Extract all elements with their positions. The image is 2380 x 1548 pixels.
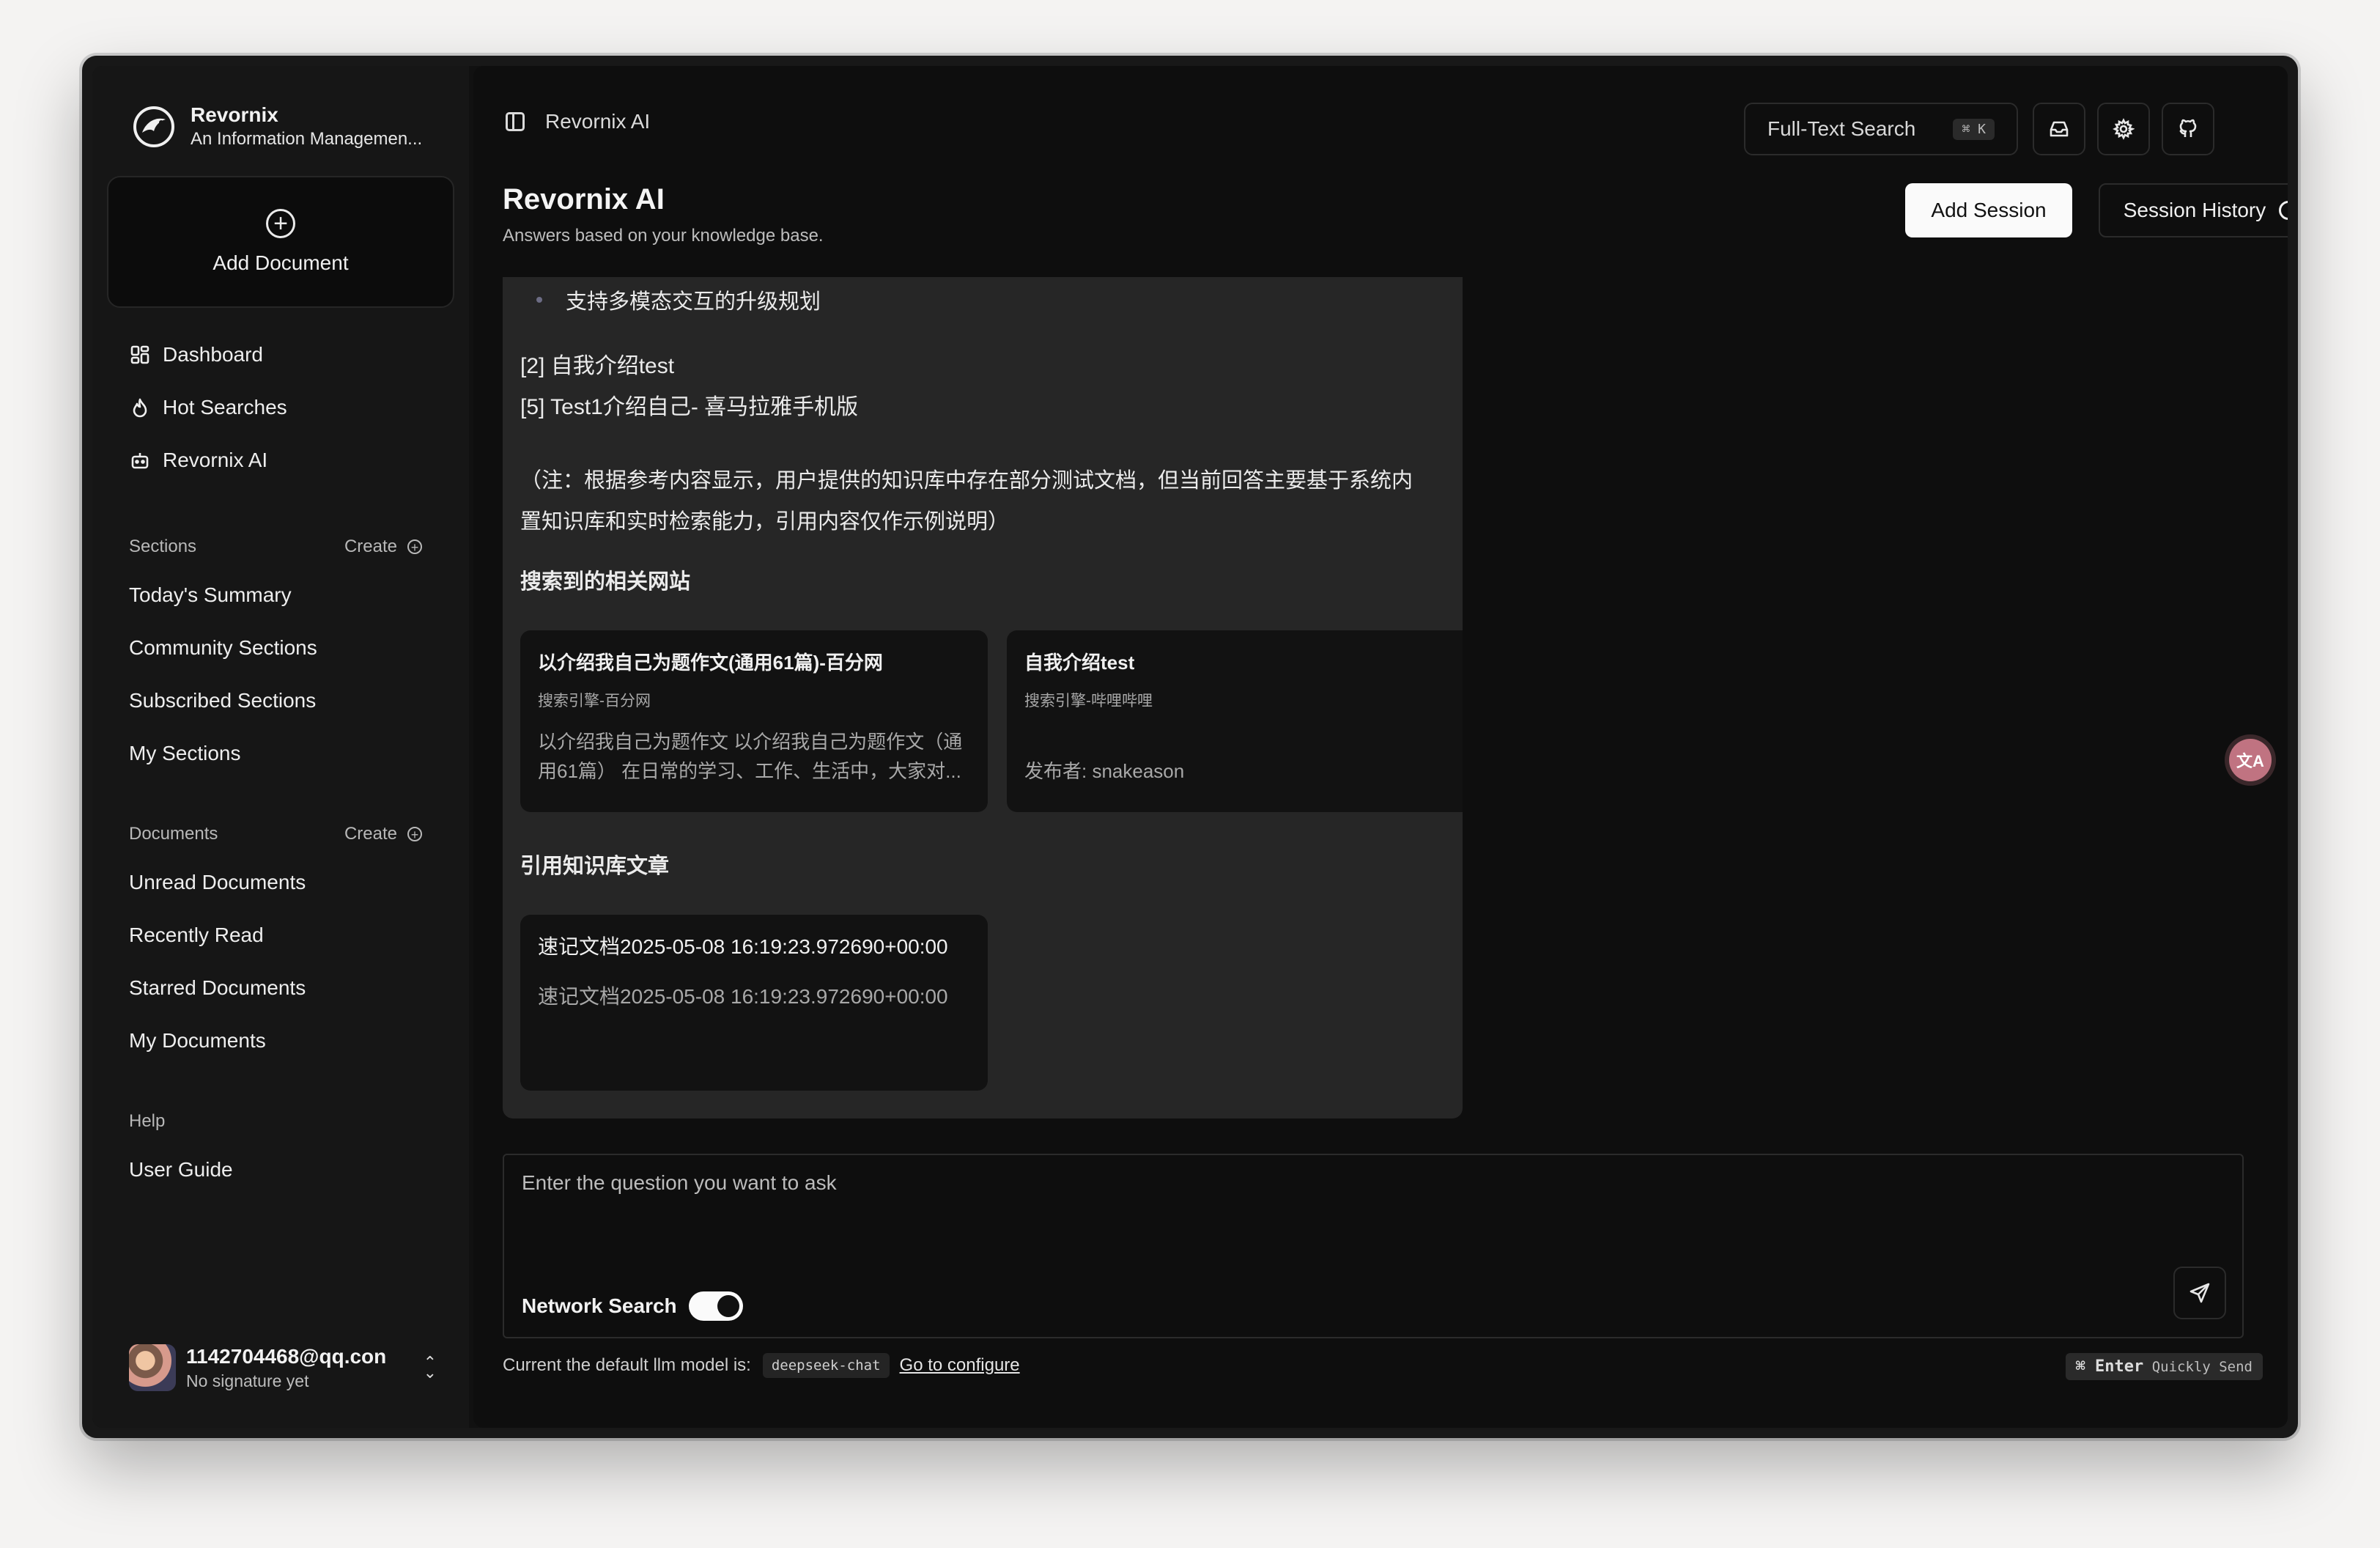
page-title: Revornix AI	[503, 183, 665, 215]
user-signature: No signature yet	[186, 1371, 309, 1390]
shortcut-key: ⌘ Enter	[2075, 1357, 2144, 1376]
website-card[interactable]: 自我介绍test 搜索引擎-哔哩哔哩 发布者: snakeason	[1007, 630, 1463, 812]
website-card[interactable]: 以介绍我自己为题作文(通用61篇)-百分网 搜索引擎-百分网 以介绍我自己为题作…	[520, 630, 988, 812]
chevron-up-down-icon: ⌃ ⌄	[423, 1353, 437, 1382]
add-document-button[interactable]: + Add Document	[107, 176, 454, 308]
sidebar-item-starred-documents[interactable]: Starred Documents	[129, 976, 306, 1000]
model-badge: deepseek-chat	[762, 1353, 890, 1378]
search-shortcut: ⌘ K	[1953, 118, 1995, 140]
chat-composer: Network Search	[503, 1154, 2244, 1338]
website-snippet: 发布者: snakeason	[1024, 760, 1185, 782]
sidebar-toggle-icon[interactable]	[506, 112, 525, 131]
session-history-label: Session History	[2123, 199, 2266, 221]
plus-circle-icon: +	[407, 827, 422, 841]
breadcrumb-label: Revornix AI	[545, 110, 651, 133]
sidebar-item-label: Dashboard	[163, 343, 263, 366]
kb-article-title: 速记文档2025-05-08 16:19:23.972690+00:00	[538, 935, 948, 958]
create-label: Create	[344, 824, 397, 844]
network-search-label: Network Search	[522, 1294, 677, 1317]
sidebar-item-user-guide[interactable]: User Guide	[129, 1158, 233, 1182]
plus-circle-icon: +	[266, 209, 295, 238]
network-search-toggle[interactable]	[688, 1291, 743, 1321]
send-button[interactable]	[2173, 1267, 2226, 1319]
revornix-logo-icon	[133, 106, 174, 147]
flame-icon	[129, 397, 151, 419]
send-shortcut-hint: ⌘ Enter Quickly Send	[2065, 1353, 2263, 1380]
kb-article-card[interactable]: 速记文档2025-05-08 16:19:23.972690+00:00 速记文…	[520, 915, 988, 1091]
websites-heading: 搜索到的相关网站	[520, 570, 691, 594]
model-info: Current the default llm model is: deepse…	[503, 1353, 1020, 1378]
breadcrumb: Revornix AI	[506, 110, 650, 133]
reference-line: [5] Test1介绍自己- 喜马拉雅手机版	[520, 395, 859, 419]
create-label: Create	[344, 537, 397, 556]
list-item: 支持多模态交互的升级规划	[536, 284, 821, 315]
user-email: 1142704468@qq.con	[186, 1344, 387, 1368]
website-snippet: 以介绍我自己为题作文 以介绍我自己为题作文（通用61篇） 在日常的学习、工作、生…	[538, 731, 963, 782]
answer-note: （注：根据参考内容显示，用户提供的知识库中存在部分测试文档，但当前回答主要基于系…	[520, 469, 1413, 534]
sidebar-item-revornix-ai[interactable]: Revornix AI	[129, 449, 267, 472]
add-document-label: Add Document	[212, 251, 349, 274]
configure-link[interactable]: Go to configure	[900, 1355, 1020, 1376]
sections-header: Sections Create +	[129, 537, 422, 557]
sidebar-item-community-sections[interactable]: Community Sections	[129, 636, 317, 660]
brand-name: Revornix	[191, 103, 278, 126]
sidebar-item-unread-documents[interactable]: Unread Documents	[129, 871, 306, 894]
robot-icon	[129, 449, 151, 471]
model-prefix: Current the default llm model is:	[503, 1355, 751, 1375]
send-icon	[2189, 1283, 2210, 1303]
translate-icon[interactable]: 文A	[2229, 739, 2272, 781]
create-document-button[interactable]: Create +	[344, 824, 422, 844]
sections-title: Sections	[129, 537, 197, 556]
website-source: 搜索引擎-百分网	[538, 693, 651, 710]
session-history-button[interactable]: Session History	[2099, 183, 2288, 237]
documents-header: Documents Create +	[129, 824, 422, 844]
main-panel: Revornix AI Full-Text Search ⌘ K Revorni…	[473, 66, 2288, 1428]
reference-line: [2] 自我介绍test	[520, 354, 675, 378]
brand-subtitle: An Information Managemen...	[191, 129, 423, 149]
sidebar-item-my-sections[interactable]: My Sections	[129, 742, 241, 765]
avatar	[129, 1344, 176, 1391]
dashboard-icon	[129, 344, 151, 366]
sidebar-item-my-documents[interactable]: My Documents	[129, 1029, 266, 1053]
help-title: Help	[129, 1111, 166, 1131]
help-header: Help	[129, 1111, 422, 1132]
sidebar-item-label: Revornix AI	[163, 449, 268, 471]
website-title: 以介绍我自己为题作文(通用61篇)-百分网	[538, 652, 883, 674]
github-button[interactable]	[2162, 103, 2214, 155]
page-subtitle: Answers based on your knowledge base.	[503, 226, 824, 246]
website-title: 自我介绍test	[1024, 652, 1135, 674]
kb-article-body: 速记文档2025-05-08 16:19:23.972690+00:00	[538, 985, 948, 1008]
search-label: Full-Text Search	[1767, 117, 1916, 140]
sidebar-item-recently-read[interactable]: Recently Read	[129, 924, 264, 947]
user-menu[interactable]: 1142704468@qq.con No signature yet ⌃ ⌄	[129, 1344, 437, 1391]
inbox-button[interactable]	[2033, 103, 2085, 155]
network-search-control: Network Search	[522, 1291, 743, 1321]
sidebar-item-subscribed-sections[interactable]: Subscribed Sections	[129, 689, 316, 712]
create-section-button[interactable]: Create +	[344, 537, 422, 557]
inbox-icon	[2050, 121, 2069, 137]
full-text-search-button[interactable]: Full-Text Search ⌘ K	[1744, 103, 2018, 155]
kb-articles-heading: 引用知识库文章	[520, 855, 670, 878]
clock-icon	[2279, 201, 2288, 220]
ai-answer-message: 支持多模态交互的升级规划 [2] 自我介绍test [5] Test1介绍自己-…	[503, 277, 1463, 1118]
question-input[interactable]	[520, 1170, 2209, 1246]
sidebar-item-dashboard[interactable]: Dashboard	[129, 343, 263, 366]
documents-title: Documents	[129, 824, 218, 844]
list-item-text: 支持多模态交互的升级规划	[566, 290, 821, 314]
sidebar-item-hot-searches[interactable]: Hot Searches	[129, 396, 287, 419]
sidebar-item-todays-summary[interactable]: Today's Summary	[129, 583, 292, 607]
plus-circle-icon: +	[407, 539, 422, 554]
github-icon	[2179, 119, 2197, 137]
add-session-button[interactable]: Add Session	[1905, 183, 2072, 237]
bullet-dot	[536, 297, 542, 303]
website-source: 搜索引擎-哔哩哔哩	[1024, 693, 1153, 710]
sidebar: Revornix An Information Managemen... + A…	[92, 66, 469, 1428]
app-window: Revornix An Information Managemen... + A…	[82, 56, 2298, 1438]
shortcut-label: Quickly Send	[2151, 1359, 2252, 1375]
brand[interactable]: Revornix An Information Managemen...	[132, 103, 422, 151]
settings-button[interactable]	[2097, 103, 2150, 155]
app-frame: Revornix An Information Managemen... + A…	[92, 66, 2288, 1428]
settings-icon	[2113, 118, 2135, 140]
sidebar-item-label: Hot Searches	[163, 396, 287, 419]
